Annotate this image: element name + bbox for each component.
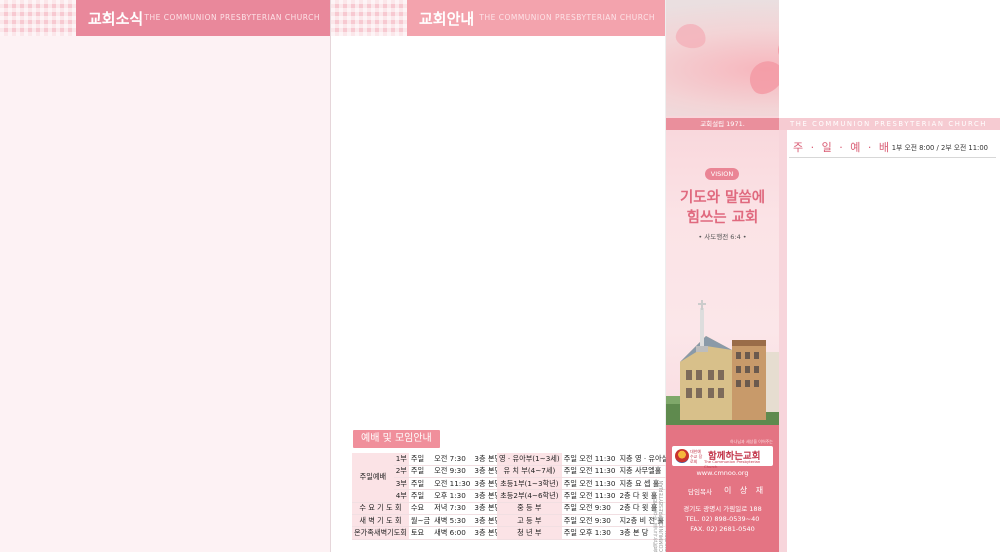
table-row: 수 요 기 도 회 수요 저녁 7:30 3층 본당 [352,502,504,515]
address: 경기도 광명시 가림일로 188 [683,505,762,513]
department-schedule-table: 영 · 유아부(1~3세) 주일 오전 11:30 지층 영 · 유아실 유 치 부(… [497,453,671,540]
table-cell: 주일 오전 11:30 [561,453,618,466]
telephone: TEL. 02) 898-0539~40 [685,515,760,523]
table-row: 영 · 유아부(1~3세) 주일 오전 11:30 지층 영 · 유아실 [497,453,671,466]
table-row: 고 등 부 주일 오전 9:30 지2층 비 전 홀 [497,514,671,528]
table-row: 중 등 부 주일 오전 9:30 2층 다 윗 홀 [497,502,671,515]
table-row: 초등1부(1~3학년) 주일 오전 11:30 지층 요 셉 홀 [497,477,671,491]
table-cell: 새벽 5:30 [432,514,473,528]
table-cell: 오전 7:30 [432,453,473,466]
table-cell: 지층 영 · 유아실 [617,453,671,466]
table-row: 온가족새벽기도회 토요 새벽 6:00 3층 본당 [352,526,504,540]
table-cell: 오후 1:30 [432,489,473,503]
church-motto: 기도와 말씀에 힘쓰는 교회 [666,188,779,228]
motto-line: 기도와 말씀에 [679,190,766,206]
table-cell: 주일예배 [352,453,394,503]
table-cell: 새벽 6:00 [432,526,473,540]
gingham-pattern [331,0,407,36]
motto-line: 힘쓰는 교회 [686,210,759,226]
table-cell: 오전 9:30 [432,465,473,479]
pastor-name: 이 상 재 [724,486,767,495]
table-cell: 주일 [408,477,433,491]
website-link[interactable]: www.cmnoo.org [666,469,779,477]
panel-church-guide: 교회안내 THE COMMUNION PRESBYTERIAN CHURCH 예… [331,0,671,552]
table-cell: 주일 오전 11:30 [561,489,618,503]
header-subtitle: THE COMMUNION PRESBYTERIAN CHURCH [790,120,988,128]
table-cell: 초등1부(1~3학년) [497,477,562,491]
table-cell: 주일 오전 9:30 [561,514,618,528]
table-cell: 월~금 [408,514,433,528]
logo-prefix: 대한예수교 장로회 [690,449,703,464]
table-cell: 주일 오후 1:30 [561,526,618,540]
worship-title: 주 · 일 · 예 · 배 [793,141,891,154]
table-cell: 중 등 부 [497,502,562,515]
table-row: 주일예배 1부 주일 오전 7:30 3층 본당 [352,453,504,503]
table-row: 청 년 부 주일 오후 1:30 3층 본 당 [497,526,671,540]
church-logo: 대한예수교 장로회 함께하는교회 The Communion Presbyter… [672,446,773,469]
table-cell: 주일 [408,453,433,466]
page-title: 교회안내 [419,10,475,28]
table-cell: 주일 오전 9:30 [561,502,618,515]
table-row: 새 벽 기 도 회 월~금 새벽 5:30 3층 본당 [352,514,504,528]
header-bar: 교회안내 THE COMMUNION PRESBYTERIAN CHURCH [407,0,665,36]
side-stripe [779,130,787,552]
page-title: 교회소식 [88,10,144,28]
table-cell: 3부 [393,477,409,491]
header-subtitle: THE COMMUNION PRESBYTERIAN CHURCH [144,13,320,22]
table-cell: 4부 [393,489,409,503]
table-cell: 주일 오전 11:30 [561,477,618,491]
logo-english: The Communion Presbyterian Church [704,459,761,469]
header-bar: 교회소식 THE COMMUNION PRESBYTERIAN CHURCH [76,0,330,36]
church-info-footer: 하나님과 세상을 이어주는 대한예수교 장로회 함께하는교회 The Commu… [666,425,779,552]
tagline: 하나님과 세상을 이어주는 [729,439,773,444]
table-cell: 토요 [408,526,433,540]
table-cell: 주일 오전 11:30 [561,465,618,479]
table-cell: 오전 11:30 [432,477,473,491]
panel-header: 교회소식 THE COMMUNION PRESBYTERIAN CHURCH [0,0,330,36]
header-bar: THE COMMUNION PRESBYTERIAN CHURCH [779,118,1000,130]
table-cell: 수 요 기 도 회 [352,502,409,515]
panel-header: 교회안내 THE COMMUNION PRESBYTERIAN CHURCH [331,0,665,36]
table-cell: 2부 [393,465,409,479]
header-subtitle: THE COMMUNION PRESBYTERIAN CHURCH [479,13,655,22]
contact-info: 경기도 광명시 가림일로 188 TEL. 02) 898-0539~40 FA… [666,504,779,534]
gingham-pattern [0,0,76,36]
table-row: 유 치 부(4~7세) 주일 오전 11:30 지층 사무엘홀 [497,465,671,479]
panel-church-news: 교회소식 THE COMMUNION PRESBYTERIAN CHURCH [0,0,331,552]
table-cell: 새 벽 기 도 회 [352,514,409,528]
worship-schedule-table: 주일예배 1부 주일 오전 7:30 3층 본당 2부 주일 오전 9:30 3층 본당 3부 주일… [352,453,504,540]
pastor-label: 담임목사 [688,488,712,496]
table-cell: 온가족새벽기도회 [352,526,409,540]
table-cell: 유 치 부(4~7세) [497,465,562,479]
panel-sunday-worship [779,0,1000,552]
table-cell: 저녁 7:30 [432,502,473,515]
church-building-photo [666,300,779,425]
table-cell: 초등2부(4~6학년) [497,489,562,503]
table-cell: 주일 [408,465,433,479]
section-title: 예배 및 모임안내 [353,430,440,448]
worship-times: 1부 오전 8:00 / 2부 오전 11:00 [891,144,988,152]
table-row: 초등2부(4~6학년) 주일 오전 11:30 2층 다 윗 홀 [497,489,671,503]
vision-badge: VISION [705,168,739,180]
table-cell: 청 년 부 [497,526,562,540]
table-cell: 수요 [408,502,433,515]
table-cell: 영 · 유아부(1~3세) [497,453,562,466]
table-cell: 고 등 부 [497,514,562,528]
fax: FAX. 02) 2681-0540 [690,525,755,533]
cross-icon [698,300,706,310]
bible-verse: • 사도행전 6:4 • [698,233,747,241]
divider [789,157,996,158]
table-cell: 주일 [408,489,433,503]
logo-emblem-icon [675,449,689,463]
table-cell: 1부 [393,453,409,466]
established-label: 교회설립 1971. [666,118,779,130]
